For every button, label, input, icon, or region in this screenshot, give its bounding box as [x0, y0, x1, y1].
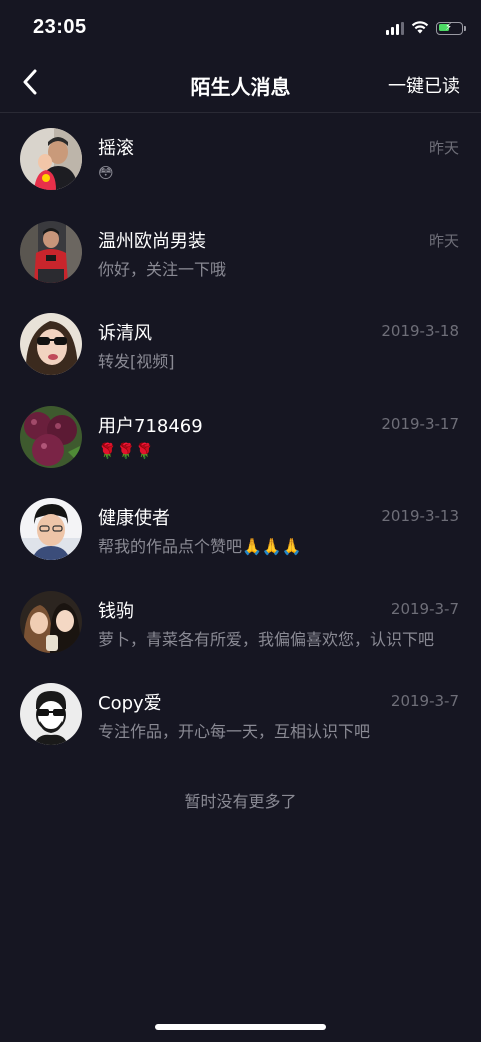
rose-emoji: 🌹🌹🌹	[98, 441, 155, 460]
message-preview: 帮我的作品点个赞吧🙏🙏🙏	[98, 537, 302, 556]
message-time: 2019-3-18	[381, 322, 459, 340]
message-time: 2019-3-17	[381, 414, 459, 433]
message-time: 昨天	[428, 139, 459, 157]
cellular-signal-icon	[386, 21, 404, 35]
contact-name: 用户718469	[98, 415, 203, 437]
avatar[interactable]	[20, 313, 82, 375]
mark-all-read-button[interactable]: 一键已读	[388, 72, 460, 98]
status-bar: 23:05 ⚡	[0, 0, 481, 56]
message-time: 2019-3-7	[390, 599, 459, 618]
battery-charging-icon: ⚡	[436, 21, 466, 35]
message-item[interactable]: 用户718469 2019-3-17 🌹🌹🌹	[0, 391, 481, 484]
message-item[interactable]: 诉清风 2019-3-18 转发[视频]	[0, 298, 481, 391]
contact-name: 钱驹	[98, 600, 134, 622]
message-preview: 你好，关注一下哦	[98, 259, 227, 279]
flushed-face-emoji: 😳	[98, 164, 114, 182]
message-preview: 🌹🌹🌹	[98, 441, 154, 460]
contact-name: 摇滚	[98, 138, 134, 159]
avatar[interactable]	[20, 683, 82, 745]
chevron-left-icon	[22, 69, 38, 99]
avatar[interactable]	[20, 590, 82, 653]
contact-name: 健康使者	[98, 508, 170, 529]
message-item[interactable]: 钱驹 2019-3-7 萝卜，青菜各有所爱，我偏偏喜欢您，认识下吧	[0, 576, 481, 669]
navigation-bar: 陌生人消息 一键已读	[0, 56, 481, 113]
message-item[interactable]: Copy爱 2019-3-7 专注作品，开心每一天，互相认识下吧	[0, 668, 481, 761]
back-button[interactable]	[14, 68, 46, 100]
avatar[interactable]	[20, 498, 82, 560]
message-preview: 转发[视频]	[98, 352, 175, 371]
message-preview: 😳	[98, 163, 114, 182]
message-preview: 专注作品，开心每一天，互相认识下吧	[98, 722, 371, 741]
avatar[interactable]	[20, 128, 82, 190]
status-icons: ⚡	[386, 19, 466, 38]
home-indicator[interactable]	[155, 1024, 326, 1030]
contact-name: 温州欧尚男装	[98, 230, 206, 252]
avatar[interactable]	[20, 220, 82, 283]
contact-name: Copy爱	[98, 693, 162, 714]
no-more-text: 暂时没有更多了	[184, 792, 297, 811]
message-time: 昨天	[428, 231, 459, 250]
message-preview: 萝卜，青菜各有所爱，我偏偏喜欢您，认识下吧	[98, 629, 435, 649]
message-item[interactable]: 健康使者 2019-3-13 帮我的作品点个赞吧🙏🙏🙏	[0, 483, 481, 576]
contact-name: 诉清风	[98, 323, 152, 344]
message-time: 2019-3-7	[390, 692, 459, 710]
avatar[interactable]	[20, 405, 82, 468]
message-item[interactable]: 摇滚 昨天 😳	[0, 113, 481, 206]
wifi-icon	[411, 19, 429, 38]
status-time: 23:05	[33, 16, 87, 38]
message-list: 摇滚 昨天 😳 温州欧尚男装 昨天 你好，关注一下哦 诉清风 2019-3-18…	[0, 113, 481, 761]
message-item[interactable]: 温州欧尚男装 昨天 你好，关注一下哦	[0, 206, 481, 299]
message-time: 2019-3-13	[381, 507, 459, 525]
